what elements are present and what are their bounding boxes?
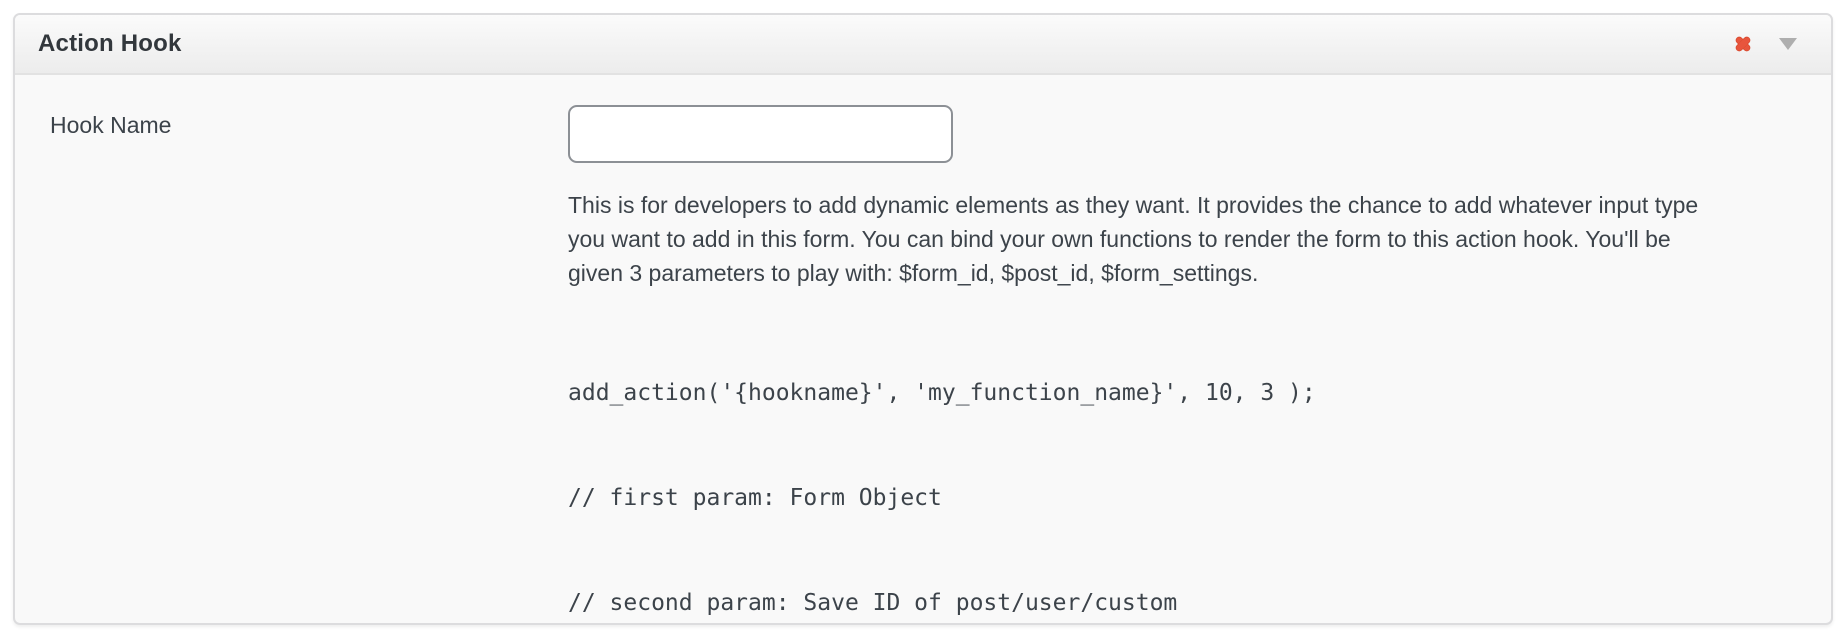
header-actions (1733, 34, 1797, 54)
close-x-icon[interactable] (1733, 34, 1753, 54)
code-line: // first param: Form Object (568, 481, 1796, 516)
code-line: add_action('{hookname}', 'my_function_na… (568, 376, 1796, 411)
triangle-down-shape (1779, 38, 1797, 50)
hook-name-control: This is for developers to add dynamic el… (568, 105, 1796, 639)
code-line: // second param: Save ID of post/user/cu… (568, 586, 1796, 621)
hook-description-text: This is for developers to add dynamic el… (568, 188, 1728, 290)
panel-header: Action Hook (15, 15, 1831, 75)
hook-name-label: Hook Name (50, 105, 568, 639)
panel-body: Hook Name This is for developers to add … (15, 75, 1831, 639)
action-hook-panel: Action Hook Hook Name (13, 13, 1833, 625)
panel-title: Action Hook (38, 30, 182, 58)
code-example-block: add_action('{hookname}', 'my_function_na… (568, 306, 1796, 639)
hook-name-input[interactable] (568, 105, 953, 163)
screen: Action Hook Hook Name (0, 0, 1846, 639)
triangle-down-icon[interactable] (1779, 37, 1797, 51)
